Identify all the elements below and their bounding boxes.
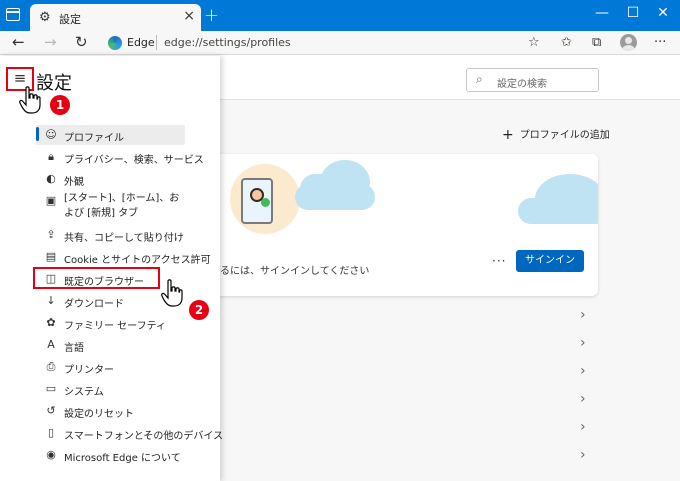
sidebar-title: 設定 (36, 73, 72, 94)
profile-avatar[interactable] (620, 34, 637, 51)
sidebar-item-label: プライバシー、検索、サービス (64, 155, 204, 166)
printer-icon: ⎙ (46, 360, 56, 373)
check-icon (261, 198, 270, 207)
sidebar-item-cookies[interactable]: ▤ Cookie とサイトのアクセス許可 (36, 247, 211, 267)
more-options-icon[interactable]: ··· (492, 254, 506, 268)
highlight-box (33, 267, 160, 289)
add-profile-label: プロファイルの追加 (519, 130, 610, 141)
sidebar-item-label: 外観 (64, 177, 84, 188)
forward-icon[interactable]: → (44, 33, 57, 51)
sidebar-item-label: [スタート]、[ホーム]、および [新規] タブ (64, 193, 180, 219)
url-brand: Edge (127, 36, 155, 49)
chevron-right-icon[interactable]: › (580, 335, 586, 351)
lock-icon: 🔒︎ (48, 150, 54, 163)
chevron-right-icon[interactable]: › (580, 363, 586, 379)
family-icon: ✿ (46, 316, 56, 329)
favorite-add-icon[interactable]: ☆ (528, 35, 540, 50)
active-indicator (36, 127, 39, 141)
sidebar-item-privacy[interactable]: 🔒︎ プライバシー、検索、サービス (36, 147, 204, 167)
sidebar-item-start[interactable]: ▣ [スタート]、[ホーム]、および [新規] タブ (36, 191, 185, 223)
sidebar-item-profile[interactable]: ☺ プロファイル (36, 125, 185, 145)
sidebar-item-label: ファミリー セーフティ (64, 321, 166, 332)
illustration-cloud (518, 198, 598, 224)
start-page-icon: ▣ (45, 194, 57, 207)
address-bar: ← → ↻ Edge edge://settings/profiles ☆ ✩ … (0, 31, 680, 55)
sidebar-item-label: Microsoft Edge について (64, 453, 181, 464)
sidebar-item-label: プリンター (64, 365, 114, 376)
minimize-icon[interactable]: — (587, 2, 617, 26)
favorites-icon[interactable]: ✩ (561, 35, 572, 50)
sidebar-item-label: ダウンロード (64, 299, 124, 310)
profile-icon: ☺ (45, 128, 57, 141)
cookie-icon: ▤ (45, 250, 57, 263)
sidebar-item-system[interactable]: ▭ システム (36, 379, 185, 399)
close-tab-icon[interactable]: × (183, 8, 195, 24)
profile-illustration (200, 154, 598, 234)
plus-icon: + (502, 127, 514, 143)
illustration-cloud (295, 184, 375, 210)
sidebar-item-reset[interactable]: ↺ 設定のリセット (36, 401, 185, 421)
language-icon: A (47, 338, 55, 351)
new-tab-icon[interactable]: + (204, 5, 219, 26)
appearance-icon: ◐ (46, 172, 56, 185)
sidebar-item-label: スマートフォンとその他のデバイス (64, 431, 224, 442)
settings-sidebar: ≡ 設定 ☺ プロファイル 🔒︎ プライバシー、検索、サービス ◐ 外観 ▣ [… (0, 56, 223, 481)
step-badge-2: 2 (189, 300, 209, 320)
close-window-icon[interactable]: ✕ (648, 2, 678, 26)
chevron-right-icon[interactable]: › (580, 307, 586, 323)
back-icon[interactable]: ← (12, 33, 25, 51)
system-icon: ▭ (45, 382, 57, 395)
tab-settings[interactable]: ⚙ 設定 × (30, 4, 201, 31)
sidebar-item-label: プロファイル (64, 133, 124, 144)
chevron-right-icon[interactable]: › (580, 419, 586, 435)
url-field[interactable]: edge://settings/profiles (164, 36, 291, 49)
collections-icon[interactable]: ⧉ (592, 35, 601, 50)
search-icon: ⌕ (476, 72, 483, 86)
sidebar-item-label: 言語 (64, 343, 84, 354)
edge-logo-icon (108, 36, 122, 50)
search-input[interactable]: 設定の検索 (497, 75, 547, 90)
add-profile-button[interactable]: + プロファイルの追加 (502, 126, 610, 143)
download-icon: ↓ (46, 294, 56, 307)
sidebar-item-appearance[interactable]: ◐ 外観 (36, 169, 185, 189)
chevron-right-icon[interactable]: › (580, 391, 586, 407)
sidebar-item-printers[interactable]: ⎙ プリンター (36, 357, 185, 377)
profile-card: るには、サインインしてください ··· サインイン (200, 154, 598, 296)
reset-icon: ↺ (46, 404, 56, 417)
step-badge-1: 1 (50, 95, 70, 115)
maximize-icon[interactable]: ☐ (618, 2, 648, 26)
phone-illustration (241, 178, 273, 224)
sidebar-item-label: 設定のリセット (64, 409, 134, 420)
gear-icon: ⚙ (39, 10, 51, 25)
sidebar-item-about[interactable]: ◉ Microsoft Edge について (36, 445, 185, 465)
chevron-right-icon[interactable]: › (580, 447, 586, 463)
refresh-icon[interactable]: ↻ (75, 33, 88, 51)
signin-button[interactable]: サインイン (516, 250, 584, 272)
edge-icon: ◉ (46, 448, 56, 461)
url-divider (156, 35, 157, 50)
hand-cursor-icon (161, 279, 183, 307)
hand-cursor-icon (19, 86, 41, 114)
sidebar-item-share[interactable]: ⇪ 共有、コピーして貼り付け (36, 225, 185, 245)
signin-prompt: るには、サインインしてください (220, 266, 370, 277)
tab-actions-icon[interactable] (6, 8, 20, 21)
share-icon: ⇪ (46, 228, 56, 241)
sidebar-item-label: システム (64, 387, 104, 398)
sidebar-item-family[interactable]: ✿ ファミリー セーフティ (36, 313, 185, 333)
sidebar-item-label: Cookie とサイトのアクセス許可 (64, 255, 211, 266)
phone-icon: ▯ (47, 426, 55, 439)
sidebar-item-label: 共有、コピーして貼り付け (64, 233, 184, 244)
sidebar-item-devices[interactable]: ▯ スマートフォンとその他のデバイス (36, 423, 223, 443)
sidebar-item-language[interactable]: A 言語 (36, 335, 185, 355)
title-bar: ⚙ 設定 × + — ☐ ✕ (0, 0, 680, 31)
tab-title: 設定 (59, 13, 81, 26)
settings-search[interactable]: ⌕ 設定の検索 (466, 68, 599, 92)
more-icon[interactable]: ··· (654, 35, 666, 50)
